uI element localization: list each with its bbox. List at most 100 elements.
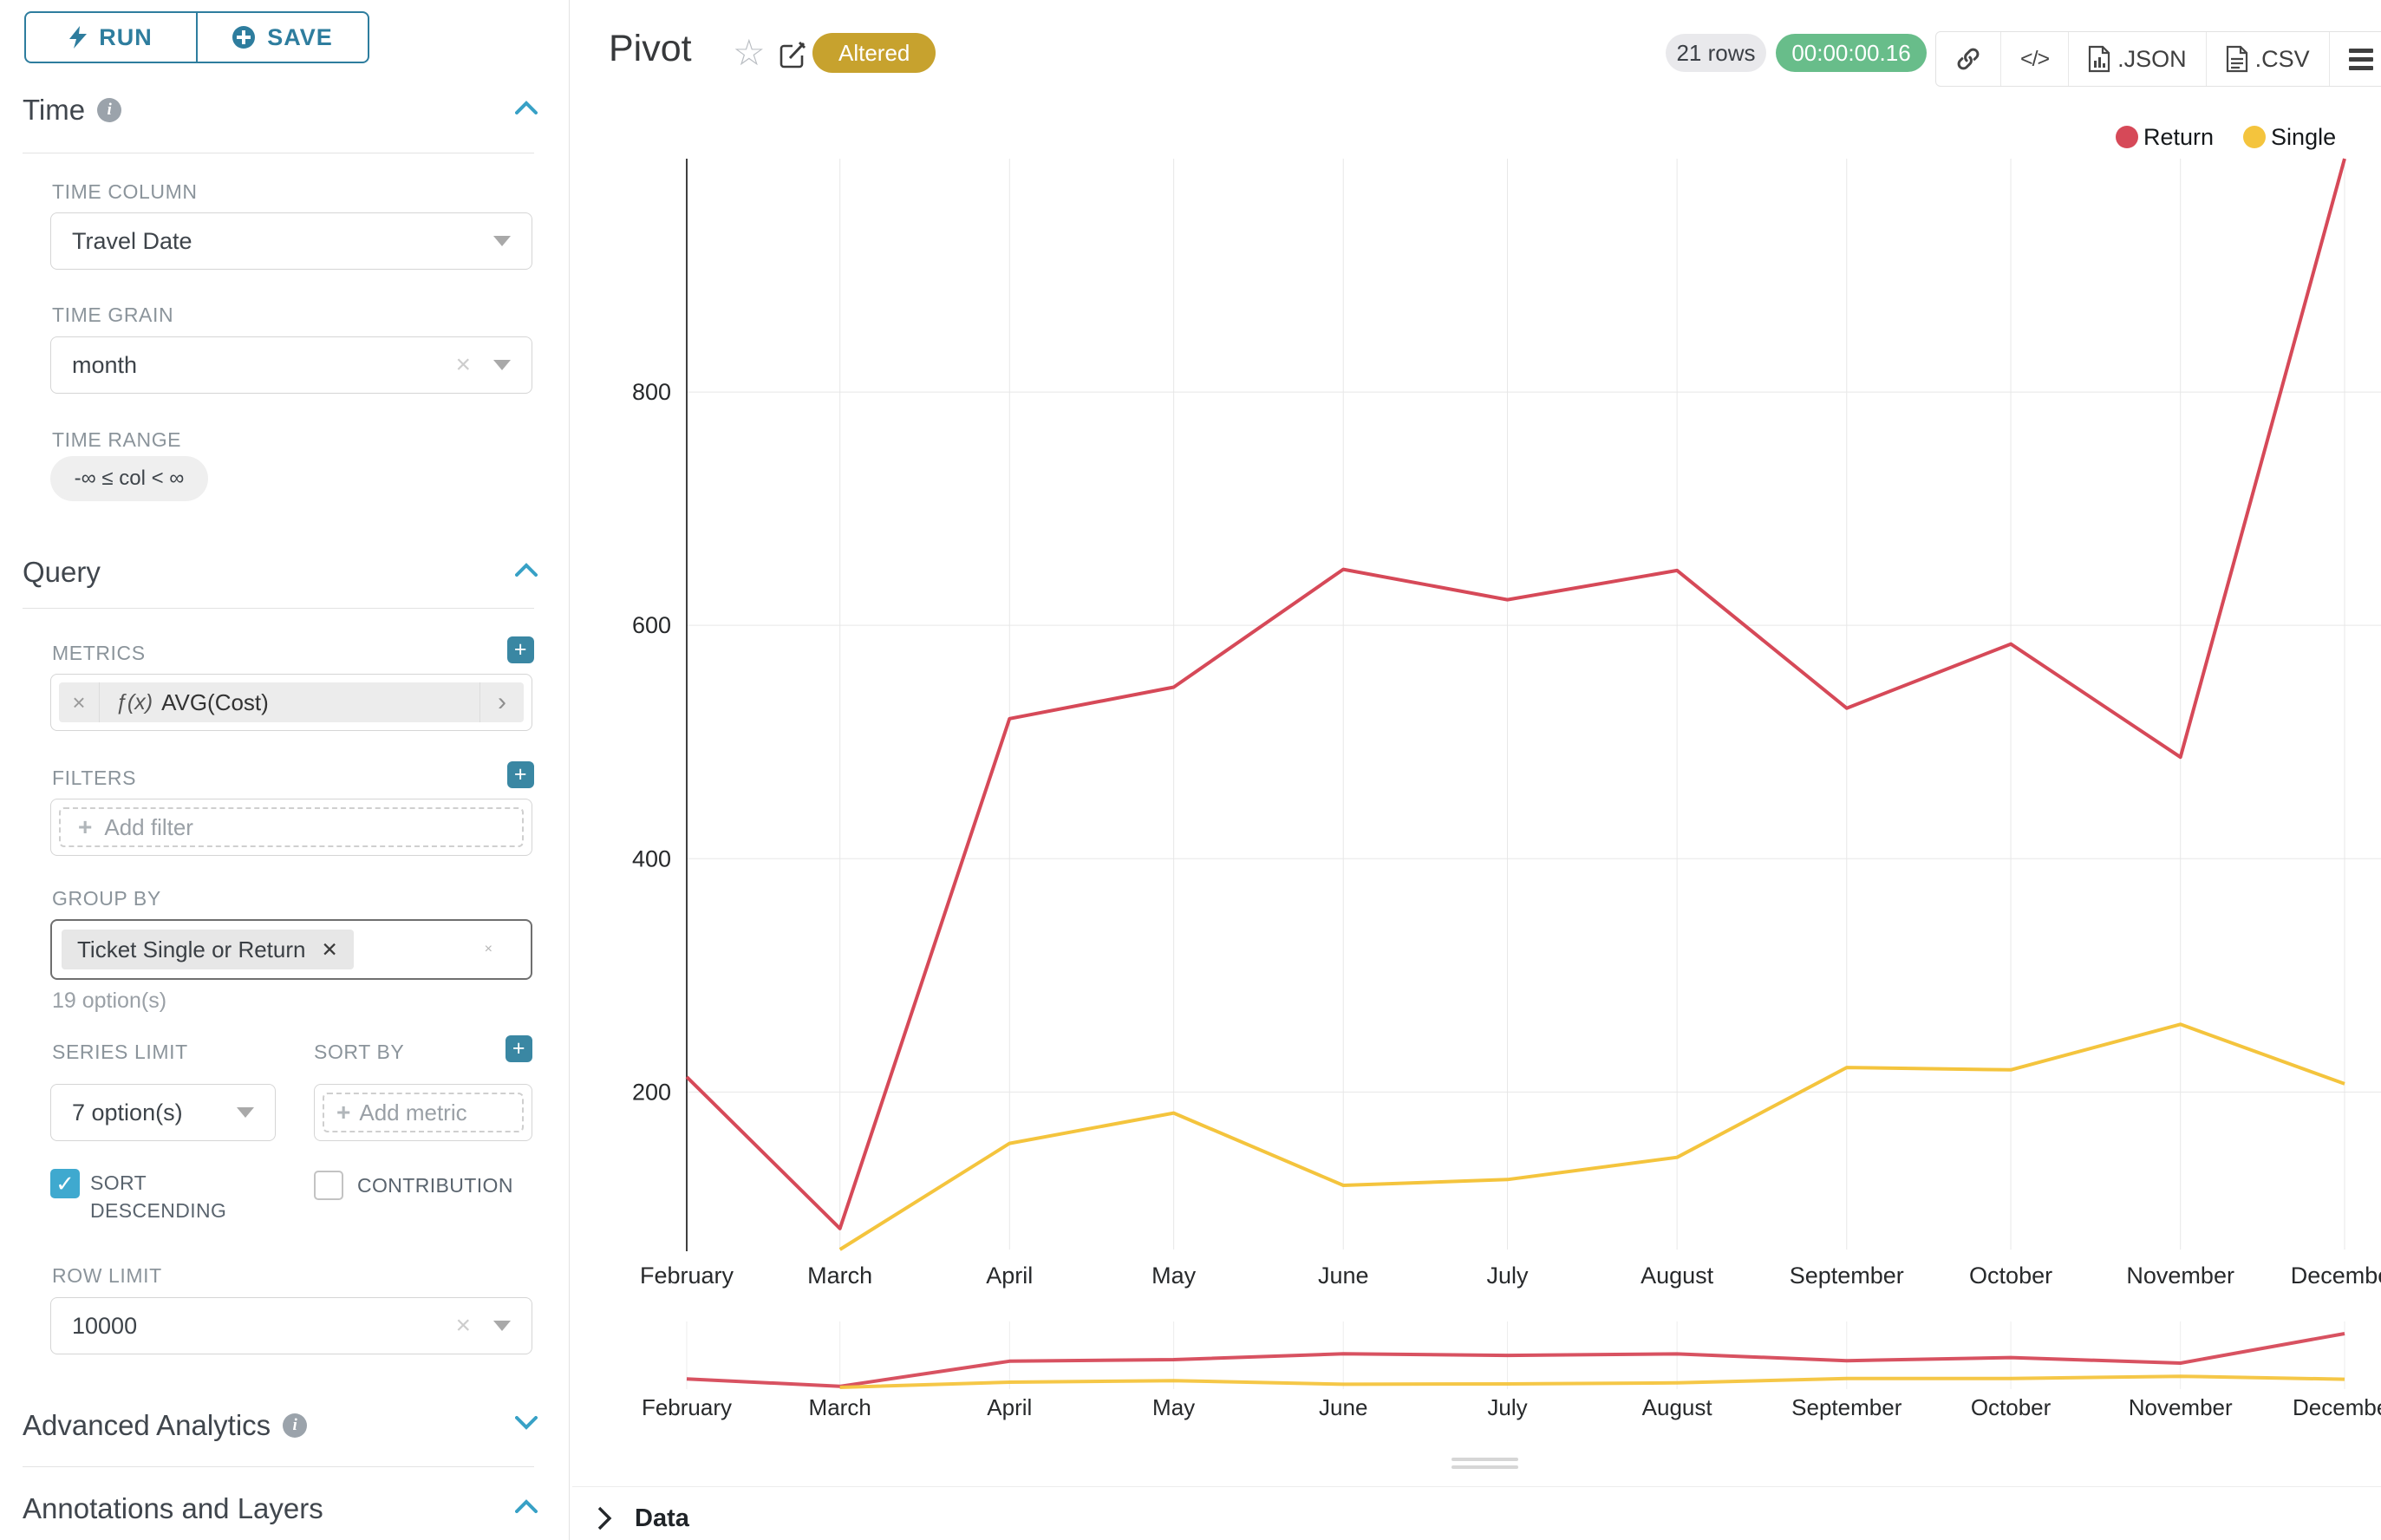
y-tick-label: 200 (632, 1079, 671, 1105)
time-column-select[interactable]: Travel Date (50, 212, 532, 270)
group-by-select[interactable]: Ticket Single or Return ✕ × (50, 919, 532, 980)
y-tick-label: 800 (632, 379, 671, 405)
x-tick-label: August (1641, 1263, 1714, 1289)
contribution-checkbox[interactable] (314, 1171, 343, 1200)
brush-drag-handle[interactable] (1451, 1458, 1518, 1471)
add-filter-dropzone[interactable]: + Add filter (59, 807, 524, 847)
control-sidebar: RUN SAVE Time i TIME COLUMN Travel Date (0, 0, 569, 1540)
x-tick-label: June (1318, 1263, 1369, 1289)
mini-x-tick-label: December (2293, 1394, 2381, 1420)
time-column-label: TIME COLUMN (52, 180, 198, 203)
clear-icon[interactable]: × (455, 352, 471, 378)
mini-x-tick-label: August (1642, 1394, 1713, 1420)
sort-descending-checkbox[interactable]: ✓ (50, 1169, 80, 1198)
mini-x-tick-label: June (1319, 1394, 1367, 1420)
row-limit-label: ROW LIMIT (52, 1264, 162, 1287)
run-button[interactable]: RUN (26, 13, 196, 62)
time-grain-value: month (72, 352, 137, 379)
add-filter-button[interactable]: + (507, 761, 534, 788)
x-tick-label: March (807, 1263, 872, 1289)
bolt-icon (69, 26, 87, 49)
chevron-down-icon[interactable] (515, 1416, 534, 1435)
clear-icon[interactable]: × (485, 942, 493, 957)
filters-box: + Add filter (50, 799, 532, 856)
mini-x-tick-label: April (987, 1394, 1032, 1420)
series-limit-select[interactable]: 7 option(s) (50, 1084, 276, 1141)
divider (23, 608, 534, 609)
add-filter-placeholder: Add filter (104, 814, 193, 841)
query-section-title: Query (23, 556, 101, 589)
single-line[interactable] (840, 1024, 2345, 1250)
contribution-control[interactable]: CONTRIBUTION (314, 1171, 513, 1200)
mini-x-tick-label: November (2129, 1394, 2233, 1420)
mini-single-line[interactable] (840, 1376, 2345, 1387)
add-sort-metric-dropzone[interactable]: + Add metric (323, 1093, 524, 1132)
clear-icon[interactable]: × (455, 1313, 471, 1339)
chevron-right-icon (597, 1505, 612, 1531)
x-tick-label: October (1969, 1263, 2052, 1289)
annotations-header[interactable]: Annotations and Layers (23, 1488, 534, 1530)
explore-page: RUN SAVE Time i TIME COLUMN Travel Date (0, 0, 2381, 1540)
time-section-header[interactable]: Time i (23, 89, 534, 131)
plus-circle-icon (232, 26, 255, 49)
sort-descending-control[interactable]: ✓ SORT DESCENDING (50, 1169, 232, 1224)
mini-x-tick-label: February (642, 1394, 732, 1420)
time-column-value: Travel Date (72, 228, 192, 255)
remove-tag-icon[interactable]: ✕ (321, 938, 337, 962)
panel-divider (569, 0, 570, 1540)
metric-pill[interactable]: × ƒ(x) AVG(Cost) › (59, 682, 524, 722)
x-tick-label: July (1487, 1263, 1530, 1289)
remove-metric-icon[interactable]: × (59, 682, 100, 722)
x-tick-label: September (1790, 1263, 1904, 1289)
mini-x-tick-label: March (809, 1394, 871, 1420)
x-tick-label: April (986, 1263, 1033, 1289)
x-tick-label: May (1151, 1263, 1197, 1289)
time-range-label: TIME RANGE (52, 428, 181, 451)
save-button-label: SAVE (267, 24, 333, 51)
annotations-title: Annotations and Layers (23, 1492, 323, 1525)
divider (23, 1466, 534, 1467)
data-panel-label: Data (635, 1504, 689, 1533)
metrics-label: METRICS + (52, 642, 534, 664)
contribution-label: CONTRIBUTION (357, 1171, 513, 1199)
y-tick-label: 600 (632, 612, 671, 638)
time-range-value: -∞ ≤ col < ∞ (75, 467, 185, 491)
expand-metric-icon[interactable]: › (479, 682, 524, 722)
plus-icon: + (336, 1099, 350, 1126)
save-button[interactable]: SAVE (196, 13, 368, 62)
data-panel-toggle[interactable]: Data (597, 1497, 689, 1540)
sort-descending-label: SORT DESCENDING (90, 1169, 220, 1224)
add-sort-metric-button[interactable]: + (506, 1035, 532, 1062)
time-grain-select[interactable]: month × (50, 336, 532, 394)
time-grain-label: TIME GRAIN (52, 303, 173, 326)
chevron-up-icon[interactable] (515, 1499, 534, 1518)
fx-icon: ƒ(x) (115, 690, 153, 715)
query-section-header[interactable]: Query (23, 551, 534, 593)
group-by-tag-label: Ticket Single or Return (77, 936, 305, 963)
group-by-label: GROUP BY (52, 887, 161, 910)
plus-icon: + (78, 813, 92, 841)
chevron-up-icon[interactable] (515, 101, 534, 120)
advanced-analytics-header[interactable]: Advanced Analytics i (23, 1405, 534, 1446)
line-chart[interactable]: 200400600800FebruaryFebruaryMarchMarchAp… (572, 0, 2381, 1540)
x-tick-label: February (640, 1263, 734, 1289)
run-button-label: RUN (99, 24, 153, 51)
time-section-title: Time (23, 94, 85, 127)
group-by-tag[interactable]: Ticket Single or Return ✕ (62, 930, 354, 969)
metrics-box: × ƒ(x) AVG(Cost) › (50, 674, 532, 731)
advanced-analytics-title: Advanced Analytics (23, 1409, 271, 1442)
run-save-toolbar: RUN SAVE (24, 11, 369, 63)
mini-x-tick-label: July (1487, 1394, 1527, 1420)
row-limit-select[interactable]: 10000 × (50, 1297, 532, 1354)
return-line[interactable] (687, 159, 2345, 1229)
chevron-up-icon[interactable] (515, 563, 534, 582)
info-icon: i (283, 1413, 307, 1438)
chevron-down-icon (493, 1321, 511, 1331)
chevron-down-icon (493, 360, 511, 370)
x-tick-label: November (2126, 1263, 2234, 1289)
chevron-down-icon (493, 236, 511, 246)
metric-name: AVG(Cost) (161, 689, 269, 716)
row-limit-value: 10000 (72, 1313, 137, 1340)
add-metric-button[interactable]: + (507, 636, 534, 663)
time-range-pill[interactable]: -∞ ≤ col < ∞ (50, 456, 208, 501)
